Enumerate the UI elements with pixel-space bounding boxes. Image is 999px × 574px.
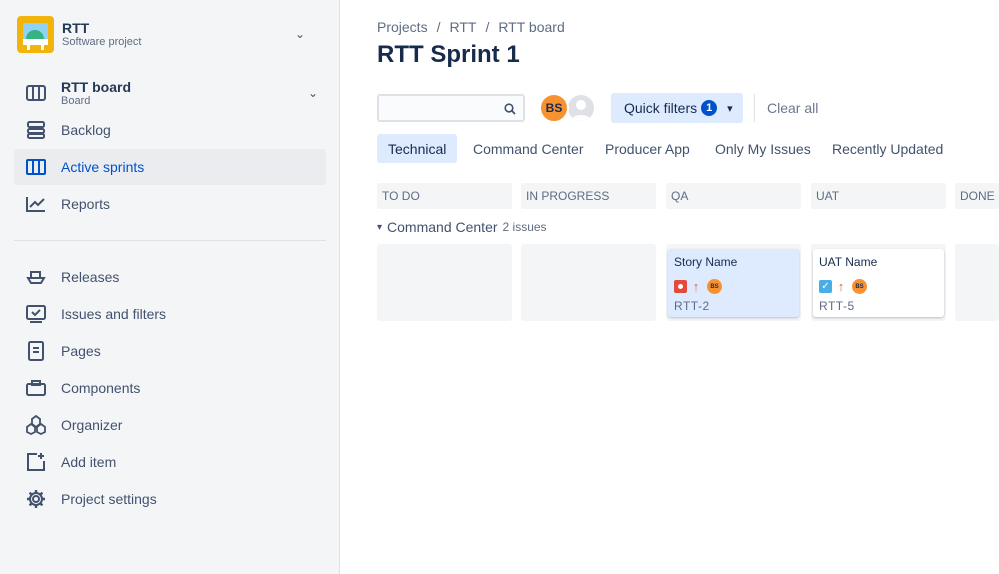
priority-high-icon: ↑ xyxy=(692,279,700,294)
issues-icon xyxy=(25,303,47,325)
issue-card[interactable]: UAT Name ✓ ↑ BS RTT-5 xyxy=(813,249,944,317)
chevron-down-icon[interactable]: ⌄ xyxy=(295,27,305,41)
divider xyxy=(754,94,755,122)
sidebar-item-issues-filters[interactable]: Issues and filters xyxy=(14,296,326,332)
swimlane-count: 2 issues xyxy=(502,220,547,234)
issue-card[interactable]: Story Name ↑ BS RTT-2 xyxy=(668,249,799,317)
filter-producer-app[interactable]: Producer App xyxy=(594,134,701,163)
sidebar-item-pages[interactable]: Pages xyxy=(14,333,326,369)
sidebar-item-backlog[interactable]: Backlog xyxy=(14,112,326,148)
backlog-icon xyxy=(25,119,47,141)
sidebar-item-label: Issues and filters xyxy=(61,306,167,322)
swimlane-name: Command Center xyxy=(387,219,498,235)
chevron-down-icon[interactable]: ⌄ xyxy=(308,86,318,100)
clear-all-button[interactable]: Clear all xyxy=(767,100,818,116)
bug-icon xyxy=(674,280,687,293)
task-checkbox-icon: ✓ xyxy=(819,280,832,293)
issue-key[interactable]: RTT-5 xyxy=(819,299,855,313)
project-avatar-icon xyxy=(17,15,54,53)
card-title: Story Name xyxy=(674,255,738,269)
project-type: Software project xyxy=(62,35,142,48)
sidebar-item-active-sprints[interactable]: Active sprints xyxy=(14,149,326,185)
project-name: RTT xyxy=(62,19,90,36)
component-icon xyxy=(25,377,47,399)
sidebar-divider xyxy=(14,240,326,241)
sidebar-item-components[interactable]: Components xyxy=(14,370,326,406)
board-sub: Board xyxy=(61,95,91,107)
sidebar-item-label: Active sprints xyxy=(61,159,145,175)
page-title: RTT Sprint 1 xyxy=(377,41,520,68)
column-header-qa: QA xyxy=(666,183,801,209)
quick-filters-count: 1 xyxy=(701,100,718,116)
filter-technical[interactable]: Technical xyxy=(377,134,458,163)
board-switcher[interactable]: RTT board Board ⌄ xyxy=(14,76,326,110)
column-header-todo: To Do xyxy=(377,183,512,209)
add-item-icon xyxy=(25,451,47,473)
sidebar-item-add-item[interactable]: Add item xyxy=(14,444,326,480)
sidebar-item-label: Organizer xyxy=(61,417,123,433)
priority-high-icon: ↑ xyxy=(837,279,845,294)
sidebar-item-label: Add item xyxy=(61,454,117,470)
board-name: RTT board xyxy=(61,79,131,95)
card-title: UAT Name xyxy=(819,255,878,269)
column-done xyxy=(955,244,999,321)
board-icon xyxy=(25,156,47,178)
column-todo xyxy=(377,244,512,321)
sidebar-item-label: Reports xyxy=(61,196,111,212)
filter-command-center[interactable]: Command Center xyxy=(462,134,595,163)
column-header-done: Done xyxy=(955,183,999,209)
issue-key[interactable]: RTT-2 xyxy=(674,299,710,313)
gear-icon xyxy=(25,488,47,510)
breadcrumb-separator: / xyxy=(436,19,441,35)
sidebar-item-releases[interactable]: Releases xyxy=(14,259,326,295)
swimlane-header[interactable]: ▾ Command Center 2 issues xyxy=(377,219,547,235)
project-header[interactable]: RTT Software project ⌄ xyxy=(17,15,327,53)
chevron-down-icon: ▾ xyxy=(727,102,733,115)
page-icon xyxy=(25,340,47,362)
breadcrumb-item[interactable]: Projects xyxy=(377,19,428,35)
chevron-down-icon: ▾ xyxy=(377,221,383,233)
sidebar-item-label: Project settings xyxy=(61,491,157,507)
breadcrumb: Projects / RTT / RTT board xyxy=(377,19,565,35)
breadcrumb-item[interactable]: RTT board xyxy=(498,19,564,35)
filter-only-my-issues[interactable]: Only My Issues xyxy=(704,134,822,163)
quick-filters-label: Quick filters xyxy=(624,100,698,116)
sidebar-item-project-settings[interactable]: Project settings xyxy=(14,481,326,517)
column-header-uat: UAT xyxy=(811,183,946,209)
column-header-in-progress: In Progress xyxy=(521,183,656,209)
board-icon xyxy=(25,82,47,104)
column-in-progress xyxy=(521,244,656,321)
ship-icon xyxy=(25,266,47,288)
avatar-unassigned[interactable] xyxy=(566,93,596,123)
sidebar-item-label: Components xyxy=(61,380,141,396)
sidebar-item-organizer[interactable]: Organizer xyxy=(14,407,326,443)
sidebar-item-label: Backlog xyxy=(61,122,111,138)
search-icon xyxy=(504,102,516,120)
quick-filters-button[interactable]: Quick filters 1 ▾ xyxy=(611,93,743,123)
avatar[interactable]: BS xyxy=(539,93,569,123)
breadcrumb-item[interactable]: RTT xyxy=(449,19,476,35)
sidebar: RTT Software project ⌄ RTT board Board ⌄… xyxy=(0,0,340,574)
organizer-icon xyxy=(25,414,47,436)
search-input[interactable] xyxy=(377,94,525,122)
avatar: BS xyxy=(852,279,867,294)
filter-recently-updated[interactable]: Recently Updated xyxy=(821,134,954,163)
sidebar-item-label: Pages xyxy=(61,343,101,359)
avatar: BS xyxy=(707,279,722,294)
sidebar-item-label: Releases xyxy=(61,269,120,285)
breadcrumb-separator: / xyxy=(485,19,490,35)
sidebar-item-reports[interactable]: Reports xyxy=(14,186,326,222)
chart-line-icon xyxy=(25,193,47,215)
